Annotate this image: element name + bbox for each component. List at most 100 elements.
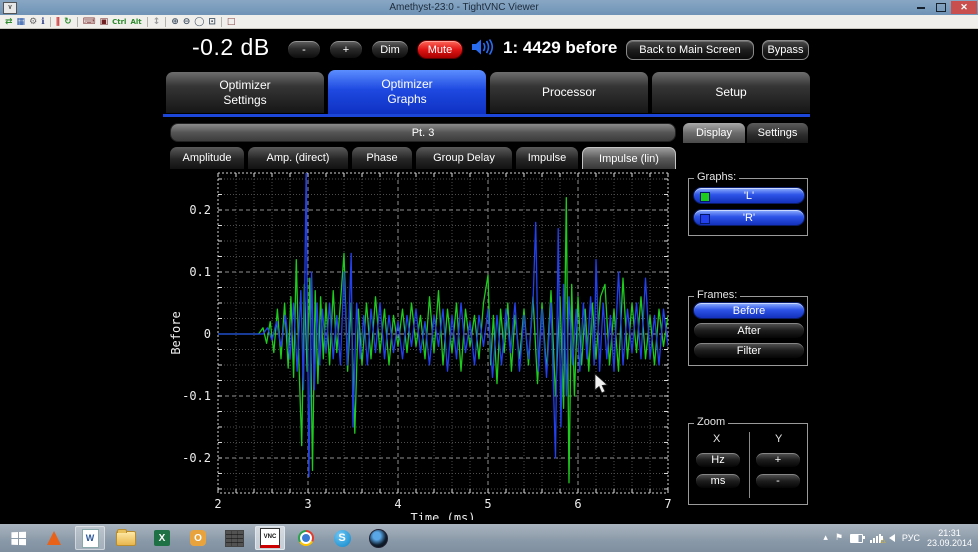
save-session-icon[interactable]: ▦ xyxy=(17,16,26,28)
language-indicator[interactable]: РУС xyxy=(902,533,920,543)
vlc-icon[interactable] xyxy=(39,526,69,550)
tab-label: Optimizer xyxy=(381,77,432,92)
zoom-group: Zoom X Y Hz ms + - xyxy=(688,423,808,505)
graph-tab-amp-direct[interactable]: Amp. (direct) xyxy=(248,147,348,169)
graph-l-toggle-button[interactable]: 'L' xyxy=(693,187,805,204)
action-center-flag-icon[interactable]: ⚑ xyxy=(835,533,843,543)
graph-r-toggle-button[interactable]: 'R' xyxy=(693,209,805,226)
back-to-main-button[interactable]: Back to Main Screen xyxy=(626,40,754,60)
tab-optimizer-graphs[interactable]: OptimizerGraphs xyxy=(328,70,486,114)
zoom-x-hz-button[interactable]: Hz xyxy=(695,452,741,468)
system-tray: ▴ ⚑ ⚠ РУС 21:31 23.09.2014 xyxy=(823,528,978,548)
frame-after-button[interactable]: After xyxy=(693,322,805,339)
svg-text:0: 0 xyxy=(204,327,211,341)
zoom-x-ms-button[interactable]: ms xyxy=(695,473,741,489)
excel-icon[interactable]: X xyxy=(147,526,177,550)
tab-display[interactable]: Display xyxy=(683,123,745,143)
toolbar-separator xyxy=(221,17,222,27)
tab-processor[interactable]: Processor xyxy=(490,72,648,113)
graphs-group: Graphs: 'L' 'R' xyxy=(688,178,808,236)
zoom-y-label: Y xyxy=(775,433,782,445)
graphs-group-label: Graphs: xyxy=(694,171,739,183)
send-ctrl-esc-icon[interactable]: ▣ xyxy=(100,16,109,28)
fullscreen-icon[interactable]: □ xyxy=(227,16,236,28)
word-doc-icon: W xyxy=(82,529,99,548)
media-player-icon[interactable] xyxy=(363,526,393,550)
svg-text:4: 4 xyxy=(394,497,401,511)
vnc-viewer-icon[interactable]: VNC xyxy=(255,526,285,550)
pause-icon[interactable]: ∥ xyxy=(56,16,61,28)
clock[interactable]: 21:31 23.09.2014 xyxy=(927,528,972,548)
zoom-in-icon[interactable]: ⊕ xyxy=(171,16,179,28)
graph-tab-group-delay[interactable]: Group Delay xyxy=(416,147,512,169)
start-button[interactable] xyxy=(3,526,33,550)
outlook-o-icon: O xyxy=(190,530,206,546)
hidden-icons-chevron[interactable]: ▴ xyxy=(823,533,828,543)
mouse-cursor xyxy=(595,374,607,393)
volume-tray-icon[interactable] xyxy=(889,534,895,542)
send-ctrl-alt-del-icon[interactable]: ⌨ xyxy=(83,16,96,28)
alt-key-icon[interactable]: Alt xyxy=(130,16,141,28)
point-selector-bar[interactable]: Pt. 3 xyxy=(170,123,676,142)
bricks-icon xyxy=(225,530,244,547)
chrome-icon[interactable] xyxy=(291,526,321,550)
svg-text:0.1: 0.1 xyxy=(189,265,211,279)
file-explorer-icon[interactable] xyxy=(111,526,141,550)
tab-label: Graphs xyxy=(387,92,426,107)
bypass-button[interactable]: Bypass xyxy=(762,40,809,60)
volume-down-button[interactable]: - xyxy=(287,40,321,59)
file-transfer-icon[interactable]: ↕ xyxy=(153,16,161,28)
remote-desktop: -0.2 dB - + Dim Mute 1: 4429 before Back… xyxy=(0,29,978,524)
zoom-out-icon[interactable]: ⊖ xyxy=(183,16,191,28)
ctrl-key-icon[interactable]: Ctrl xyxy=(112,16,126,28)
zoom-100-icon[interactable]: ◯ xyxy=(194,16,204,28)
graph-tab-phase[interactable]: Phase xyxy=(352,147,412,169)
svg-text:Time (ms): Time (ms) xyxy=(410,511,475,520)
frame-filter-button[interactable]: Filter xyxy=(693,342,805,359)
volume-up-button[interactable]: + xyxy=(329,40,363,59)
vnc-toolbar: ⇄ ▦ ⚙ ℹ ∥ ↻ ⌨ ▣ Ctrl Alt ↕ ⊕ ⊖ ◯ ⊡ □ xyxy=(0,15,978,29)
zoom-divider xyxy=(749,432,750,498)
outlook-icon[interactable]: O xyxy=(183,526,213,550)
impulse-chart[interactable]: 2345670.20.10-0.1-0.2Time (ms)Before xyxy=(166,170,678,520)
tray-time: 21:31 xyxy=(938,528,961,538)
frame-before-button[interactable]: Before xyxy=(693,302,805,319)
battery-icon[interactable] xyxy=(850,534,863,543)
tab-setup[interactable]: Setup xyxy=(652,72,810,113)
maximize-button[interactable] xyxy=(931,1,951,14)
preset-readout: 1: 4429 before xyxy=(503,38,617,58)
tab-label: Settings xyxy=(223,93,266,108)
refresh-icon[interactable]: ↻ xyxy=(64,16,72,28)
svg-text:-0.2: -0.2 xyxy=(182,451,211,465)
zoom-auto-icon[interactable]: ⊡ xyxy=(208,16,216,28)
connection-info-icon[interactable]: ℹ xyxy=(41,16,44,28)
active-tab-underline xyxy=(163,114,810,117)
zoom-x-label: X xyxy=(713,433,720,445)
graph-tab-impulse[interactable]: Impulse xyxy=(516,147,578,169)
tray-date: 23.09.2014 xyxy=(927,538,972,548)
minimize-button[interactable] xyxy=(911,1,931,14)
new-connection-icon[interactable]: ⇄ xyxy=(5,16,13,28)
graph-tab-impulse-lin[interactable]: Impulse (lin) xyxy=(582,147,676,169)
skype-icon[interactable]: S xyxy=(327,526,357,550)
svg-text:-0.1: -0.1 xyxy=(182,389,211,403)
graph-tab-amplitude[interactable]: Amplitude xyxy=(170,147,244,169)
dim-button[interactable]: Dim xyxy=(371,40,409,59)
vnc-eye-icon: VNC xyxy=(260,528,280,548)
word-icon[interactable]: W xyxy=(75,526,105,550)
impulse-chart-svg[interactable]: 2345670.20.10-0.1-0.2Time (ms)Before xyxy=(166,170,678,520)
titlebar: V Amethyst-23:0 - TightVNC Viewer ✕ xyxy=(0,0,978,15)
mute-button[interactable]: Mute xyxy=(417,40,463,59)
svg-text:Before: Before xyxy=(169,311,183,354)
zoom-y-minus-button[interactable]: - xyxy=(755,473,801,489)
zoom-group-label: Zoom xyxy=(694,416,728,428)
zoom-y-plus-button[interactable]: + xyxy=(755,452,801,468)
close-button[interactable]: ✕ xyxy=(951,1,977,14)
l-series-color-swatch xyxy=(700,192,710,202)
tab-settings[interactable]: Settings xyxy=(747,123,808,143)
bricks-app-icon[interactable] xyxy=(219,526,249,550)
svg-text:7: 7 xyxy=(664,497,671,511)
tab-optimizer-settings[interactable]: OptimizerSettings xyxy=(166,72,324,113)
svg-text:6: 6 xyxy=(574,497,581,511)
connection-options-icon[interactable]: ⚙ xyxy=(29,16,37,28)
